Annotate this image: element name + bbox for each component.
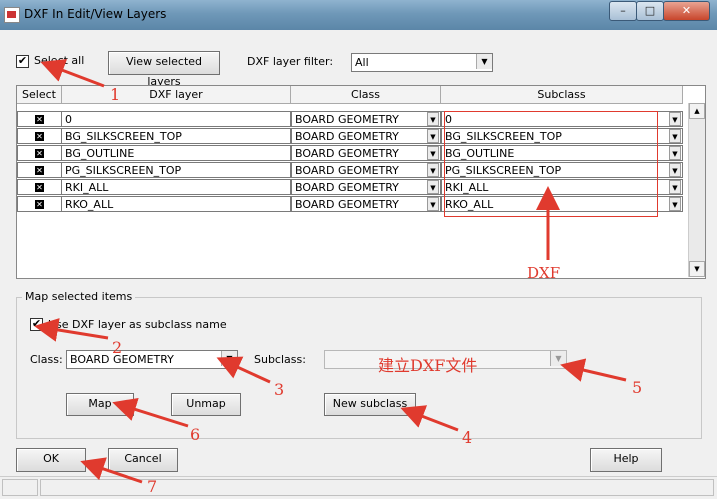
close-icon[interactable]: ✕ bbox=[663, 1, 710, 21]
dxf-layer-filter-label: DXF layer filter: bbox=[247, 55, 334, 68]
dxf-layer-cell[interactable]: 0 bbox=[61, 111, 291, 127]
annotation-number-6: 6 bbox=[190, 425, 201, 444]
status-bar bbox=[0, 476, 717, 499]
chevron-down-icon[interactable]: ▼ bbox=[669, 180, 681, 194]
selected-checkbox-icon[interactable]: ✕ bbox=[35, 166, 44, 175]
chevron-down-icon[interactable]: ▼ bbox=[427, 180, 439, 194]
status-pane bbox=[2, 479, 38, 496]
chevron-down-icon[interactable]: ▼ bbox=[221, 351, 237, 366]
use-dxf-layer-label: Use DXF layer as subclass name bbox=[48, 318, 227, 331]
chevron-down-icon[interactable]: ▼ bbox=[476, 54, 492, 69]
selected-checkbox-icon[interactable]: ✕ bbox=[35, 183, 44, 192]
select-cell[interactable]: ✕ bbox=[17, 162, 62, 178]
dxf-layer-cell[interactable]: RKO_ALL bbox=[61, 196, 291, 212]
map-button[interactable]: Map bbox=[66, 393, 134, 416]
ok-button[interactable]: OK bbox=[16, 448, 86, 472]
dxf-layer-cell[interactable]: BG_OUTLINE bbox=[61, 145, 291, 161]
header-class[interactable]: Class bbox=[291, 86, 441, 104]
window-title: DXF In Edit/View Layers bbox=[24, 7, 167, 21]
annotation-highlight-box bbox=[444, 111, 658, 217]
header-subclass[interactable]: Subclass bbox=[441, 86, 683, 104]
select-all-checkbox[interactable]: ✔ bbox=[16, 55, 29, 68]
annotation-create-dxf-label: 建立DXF文件 bbox=[378, 356, 478, 375]
select-cell[interactable]: ✕ bbox=[17, 145, 62, 161]
selected-checkbox-icon[interactable]: ✕ bbox=[35, 115, 44, 124]
scroll-down-icon[interactable]: ▼ bbox=[689, 261, 705, 277]
chevron-down-icon[interactable]: ▼ bbox=[550, 351, 566, 366]
app-icon bbox=[4, 7, 20, 23]
chevron-down-icon[interactable]: ▼ bbox=[427, 129, 439, 143]
chevron-down-icon[interactable]: ▼ bbox=[669, 129, 681, 143]
chevron-down-icon[interactable]: ▼ bbox=[669, 163, 681, 177]
selected-checkbox-icon[interactable]: ✕ bbox=[35, 200, 44, 209]
class-label: Class: bbox=[30, 353, 63, 366]
class-cell[interactable]: BOARD GEOMETRY bbox=[291, 162, 441, 178]
annotation-dxf-label: DXF bbox=[527, 264, 561, 282]
dxf-layer-filter-select[interactable]: All ▼ bbox=[351, 53, 493, 72]
annotation-number-5: 5 bbox=[632, 378, 643, 397]
chevron-down-icon[interactable]: ▼ bbox=[669, 146, 681, 160]
header-dxf-layer[interactable]: DXF layer bbox=[62, 86, 291, 104]
dialog-window: DXF In Edit/View Layers – □ ✕ ✔ Select a… bbox=[0, 0, 717, 499]
select-cell[interactable]: ✕ bbox=[17, 111, 62, 127]
view-selected-layers-button[interactable]: View selected layers bbox=[108, 51, 220, 88]
selected-checkbox-icon[interactable]: ✕ bbox=[35, 149, 44, 158]
select-all-label: Select all bbox=[34, 54, 85, 67]
filter-value: All bbox=[355, 56, 369, 69]
cancel-button[interactable]: Cancel bbox=[108, 448, 178, 472]
chevron-down-icon[interactable]: ▼ bbox=[669, 197, 681, 211]
annotation-number-2: 2 bbox=[112, 338, 123, 357]
annotation-number-4: 4 bbox=[462, 428, 473, 447]
class-cell[interactable]: BOARD GEOMETRY bbox=[291, 179, 441, 195]
title-bar[interactable]: DXF In Edit/View Layers – □ ✕ bbox=[0, 0, 717, 30]
dxf-layer-cell[interactable]: BG_SILKSCREEN_TOP bbox=[61, 128, 291, 144]
dxf-layer-cell[interactable]: RKI_ALL bbox=[61, 179, 291, 195]
class-cell[interactable]: BOARD GEOMETRY bbox=[291, 128, 441, 144]
chevron-down-icon[interactable]: ▼ bbox=[669, 112, 681, 126]
map-group-title: Map selected items bbox=[22, 290, 136, 303]
annotation-number-7: 7 bbox=[147, 477, 158, 496]
select-cell[interactable]: ✕ bbox=[17, 128, 62, 144]
selected-checkbox-icon[interactable]: ✕ bbox=[35, 132, 44, 141]
help-button[interactable]: Help bbox=[590, 448, 662, 472]
chevron-down-icon[interactable]: ▼ bbox=[427, 197, 439, 211]
use-dxf-layer-checkbox[interactable]: ✔ bbox=[30, 318, 43, 331]
new-subclass-button[interactable]: New subclass bbox=[324, 393, 416, 416]
status-pane bbox=[40, 479, 714, 496]
select-cell[interactable]: ✕ bbox=[17, 196, 62, 212]
class-cell[interactable]: BOARD GEOMETRY bbox=[291, 111, 441, 127]
minimize-icon[interactable]: – bbox=[609, 1, 637, 21]
chevron-down-icon[interactable]: ▼ bbox=[427, 112, 439, 126]
unmap-button[interactable]: Unmap bbox=[171, 393, 241, 416]
header-select[interactable]: Select bbox=[17, 86, 62, 104]
dxf-layer-cell[interactable]: PG_SILKSCREEN_TOP bbox=[61, 162, 291, 178]
maximize-icon[interactable]: □ bbox=[636, 1, 664, 21]
class-cell[interactable]: BOARD GEOMETRY bbox=[291, 196, 441, 212]
chevron-down-icon[interactable]: ▼ bbox=[427, 146, 439, 160]
vertical-scrollbar[interactable]: ▲ ▼ bbox=[688, 103, 705, 277]
scroll-up-icon[interactable]: ▲ bbox=[689, 103, 705, 119]
arrow-1 bbox=[40, 59, 105, 88]
select-cell[interactable]: ✕ bbox=[17, 179, 62, 195]
annotation-number-1: 1 bbox=[110, 85, 121, 104]
chevron-down-icon[interactable]: ▼ bbox=[427, 163, 439, 177]
class-cell[interactable]: BOARD GEOMETRY bbox=[291, 145, 441, 161]
annotation-number-3: 3 bbox=[274, 380, 285, 399]
class-select[interactable]: BOARD GEOMETRY ▼ bbox=[66, 350, 238, 369]
subclass-label: Subclass: bbox=[254, 353, 306, 366]
